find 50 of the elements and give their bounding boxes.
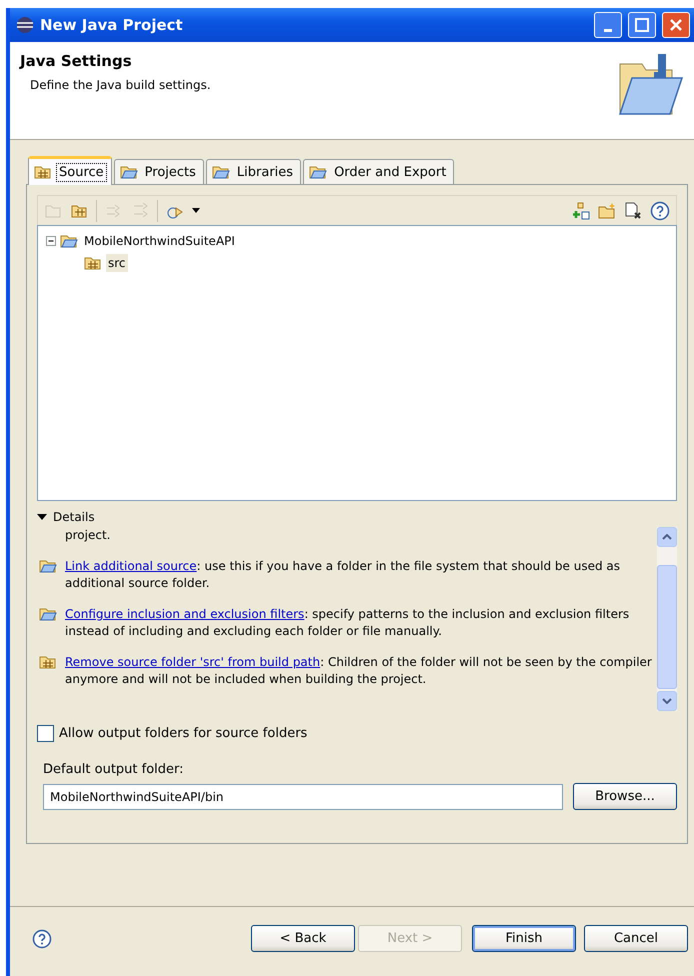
tab[interactable]: Libraries: [206, 159, 302, 184]
checkbox[interactable]: [37, 725, 54, 742]
scroll-down-icon[interactable]: [662, 698, 672, 704]
detail-link[interactable]: Configure inclusion and exclusion filters: [65, 607, 304, 621]
minimize-button[interactable]: [594, 12, 622, 38]
detail-link[interactable]: Remove source folder 'src' from build path: [65, 655, 320, 669]
wizard-button[interactable]: Finish: [472, 925, 576, 952]
tab[interactable]: Order and Export: [303, 159, 454, 184]
folder-icon: [39, 606, 57, 622]
output-folder-field[interactable]: MobileNorthwindSuiteAPI/bin: [43, 784, 563, 810]
expand-arrow-icon[interactable]: [37, 513, 47, 521]
detail-link[interactable]: Link additional source: [65, 559, 197, 573]
field-label: Default output folder:: [43, 762, 185, 777]
wizard-button[interactable]: Cancel: [584, 925, 688, 952]
wizard-button[interactable]: < Back: [251, 925, 355, 952]
scroll-up-icon[interactable]: [662, 534, 672, 540]
detail-text: Remove source folder 'src' from build path: Children of the folder will not be seen by the compiler anymore and will not be included when building the project.: [65, 654, 653, 688]
maximize-icon: [635, 18, 649, 32]
folder-icon: [120, 164, 138, 180]
project-folder-icon: [60, 233, 78, 249]
help-icon[interactable]: [32, 928, 52, 948]
scrollbar[interactable]: [657, 527, 677, 711]
tree-item[interactable]: src: [106, 254, 128, 272]
tree-item[interactable]: MobileNorthwindSuiteAPI: [82, 232, 237, 250]
document-remove-icon[interactable]: [624, 202, 642, 220]
new-folder-icon[interactable]: [598, 202, 616, 220]
detail-text: project.: [65, 527, 112, 544]
browse-button[interactable]: Browse...: [573, 783, 677, 810]
folder-icon: [39, 654, 57, 670]
minimize-icon: [604, 28, 612, 32]
folder-icon: [212, 164, 230, 180]
maximize-button[interactable]: [628, 12, 656, 38]
package-folder-icon: [84, 255, 102, 271]
page-description: Define the Java build settings.: [30, 78, 212, 92]
tab[interactable]: Source: [28, 156, 112, 185]
folder-icon: [309, 164, 328, 180]
detail-text: Link additional source: use this if you have a folder in the file system that should be used as additional source folder.: [65, 558, 653, 592]
detail-text: Configure inclusion and exclusion filters: specify patterns to the inclusion and exclusion filters instead of including and excluding each folder or file manually.: [65, 606, 653, 640]
window-title: New Java Project: [40, 16, 184, 34]
folder-icon: [34, 164, 52, 180]
details-label[interactable]: Details: [53, 510, 95, 524]
checkbox-label: Allow output folders for source folders: [59, 726, 308, 741]
page-title: Java Settings: [20, 52, 133, 70]
tab[interactable]: Projects: [114, 159, 204, 184]
help-icon[interactable]: [650, 200, 670, 220]
close-icon: [669, 18, 683, 32]
collapse-toggle[interactable]: [46, 236, 56, 246]
close-button[interactable]: [662, 12, 690, 38]
globe-icon: [16, 16, 34, 34]
caret-icon[interactable]: [192, 208, 200, 214]
